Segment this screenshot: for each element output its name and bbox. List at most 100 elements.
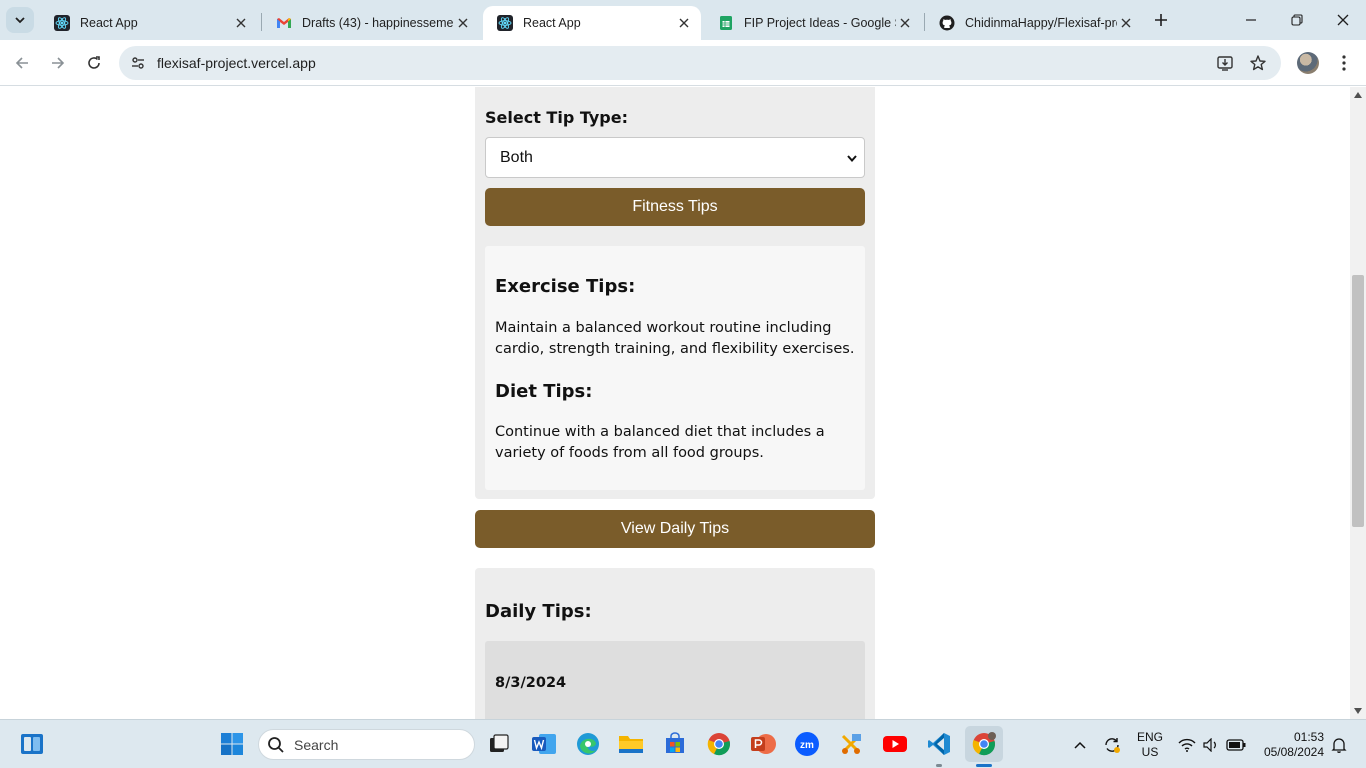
show-hidden-icons[interactable]: [1068, 720, 1092, 768]
battery-icon: [1226, 738, 1246, 751]
forward-button[interactable]: [45, 50, 71, 76]
back-button[interactable]: [9, 50, 35, 76]
wifi-icon: [1178, 738, 1196, 752]
react-icon: [54, 15, 70, 31]
search-icon: [268, 737, 284, 753]
store-app[interactable]: [661, 730, 689, 758]
tips-result-box: Exercise Tips: Maintain a balanced worko…: [485, 246, 865, 490]
battery-status[interactable]: [1224, 720, 1248, 768]
daily-tips-heading: Daily Tips:: [485, 601, 592, 622]
bookmark-button[interactable]: [1246, 51, 1270, 75]
language-indicator[interactable]: ENG US: [1133, 730, 1167, 760]
tab-google-sheets[interactable]: FIP Project Ideas - Google Sheets: [704, 6, 922, 40]
volume-status[interactable]: [1200, 720, 1222, 768]
view-daily-tips-button[interactable]: View Daily Tips: [475, 510, 875, 548]
site-info-button[interactable]: [126, 51, 150, 75]
file-explorer-app[interactable]: [617, 730, 645, 758]
running-indicator: [936, 764, 942, 767]
search-placeholder: Search: [294, 737, 339, 753]
minimize-button[interactable]: [1228, 6, 1274, 34]
tab-close-icon[interactable]: [232, 14, 250, 32]
close-window-button[interactable]: [1320, 6, 1366, 34]
task-view-icon: [490, 734, 509, 752]
chrome-app[interactable]: [705, 730, 733, 758]
youtube-app[interactable]: [881, 730, 909, 758]
star-icon: [1250, 55, 1266, 71]
taskbar: Search zm ENG US 01:53 05/08/2024: [0, 719, 1366, 768]
fitness-tips-button[interactable]: Fitness Tips: [485, 188, 865, 226]
volume-icon: [1203, 737, 1216, 752]
word-app[interactable]: [530, 730, 558, 758]
profile-avatar[interactable]: [1297, 52, 1319, 74]
restore-icon: [1291, 14, 1303, 26]
chevron-up-icon: [1074, 741, 1086, 749]
select-value: Both: [500, 149, 533, 166]
notifications-button[interactable]: [1328, 720, 1350, 768]
browser-toolbar: flexisaf-project.vercel.app: [0, 40, 1366, 86]
react-icon: [497, 15, 513, 31]
sync-icon: [1105, 737, 1120, 753]
tab-close-icon[interactable]: [454, 14, 472, 32]
snipping-tool-app[interactable]: [837, 730, 865, 758]
tab-title: ChidinmaHappy/Flexisaf-project: [965, 16, 1117, 30]
edge-app[interactable]: [574, 730, 602, 758]
arrow-left-icon: [15, 57, 28, 69]
clock-time: 01:53: [1293, 730, 1324, 744]
chrome-profile-app-active[interactable]: [965, 726, 1003, 762]
url-text[interactable]: flexisaf-project.vercel.app: [157, 55, 316, 71]
sync-tray-button[interactable]: [1100, 720, 1124, 768]
vscode-icon: [928, 733, 950, 755]
taskbar-search[interactable]: Search: [258, 729, 475, 760]
tune-icon: [132, 57, 144, 69]
store-icon: [666, 732, 684, 753]
language-code: ENG: [1136, 730, 1163, 744]
active-app-indicator: [976, 764, 992, 767]
tab-react-app-active[interactable]: React App: [483, 6, 701, 40]
powerpoint-app[interactable]: [749, 730, 777, 758]
page-scrollbar[interactable]: [1350, 87, 1366, 719]
scroll-up-arrow[interactable]: [1354, 91, 1362, 99]
daily-tips-card: Daily Tips: 8/3/2024: [475, 568, 875, 719]
system-clock[interactable]: 01:53 05/08/2024: [1256, 730, 1324, 760]
tab-close-icon[interactable]: [1117, 14, 1135, 32]
zoom-app[interactable]: zm: [793, 730, 821, 758]
more-vert-icon: [1342, 55, 1346, 71]
tab-github[interactable]: ChidinmaHappy/Flexisaf-project: [925, 6, 1143, 40]
plus-icon: [1155, 14, 1167, 26]
scroll-thumb[interactable]: [1352, 275, 1364, 527]
start-button[interactable]: [218, 730, 246, 758]
tab-close-icon[interactable]: [896, 14, 914, 32]
youtube-icon: [883, 736, 907, 752]
tip-type-select[interactable]: Both: [485, 137, 865, 178]
folder-icon: [619, 736, 643, 753]
close-icon: [1337, 14, 1349, 26]
browser-menu-button[interactable]: [1334, 50, 1354, 76]
bell-icon: [1331, 737, 1347, 753]
scroll-down-arrow[interactable]: [1354, 707, 1362, 715]
restore-button[interactable]: [1274, 6, 1320, 34]
vscode-app[interactable]: [925, 730, 953, 758]
install-app-button[interactable]: [1213, 51, 1237, 75]
chevron-down-icon: [15, 17, 25, 24]
tab-gmail-drafts[interactable]: Drafts (43) - happinessemelie: [262, 6, 480, 40]
new-tab-button[interactable]: [1150, 9, 1172, 31]
arrow-right-icon: [52, 57, 65, 69]
tab-title: React App: [80, 16, 138, 30]
install-icon: [1217, 56, 1233, 71]
select-tip-label: Select Tip Type:: [485, 108, 628, 127]
tab-search-button[interactable]: [6, 7, 34, 33]
widgets-button[interactable]: [18, 730, 46, 758]
tab-strip: React App Drafts (43) - happinessemelie …: [0, 0, 1366, 40]
windows-icon: [221, 733, 243, 755]
tab-close-icon[interactable]: [675, 14, 693, 32]
tab-title: Drafts (43) - happinessemelie: [302, 16, 454, 30]
address-bar[interactable]: flexisaf-project.vercel.app: [119, 46, 1281, 80]
github-icon: [939, 15, 955, 31]
task-view-button[interactable]: [485, 730, 513, 758]
reload-button[interactable]: [81, 50, 107, 76]
chrome-icon: [707, 733, 730, 756]
widgets-icon: [21, 734, 43, 754]
tab-react-app-1[interactable]: React App: [40, 6, 258, 40]
wifi-status[interactable]: [1176, 720, 1198, 768]
diet-text: Continue with a balanced diet that inclu…: [495, 424, 825, 461]
